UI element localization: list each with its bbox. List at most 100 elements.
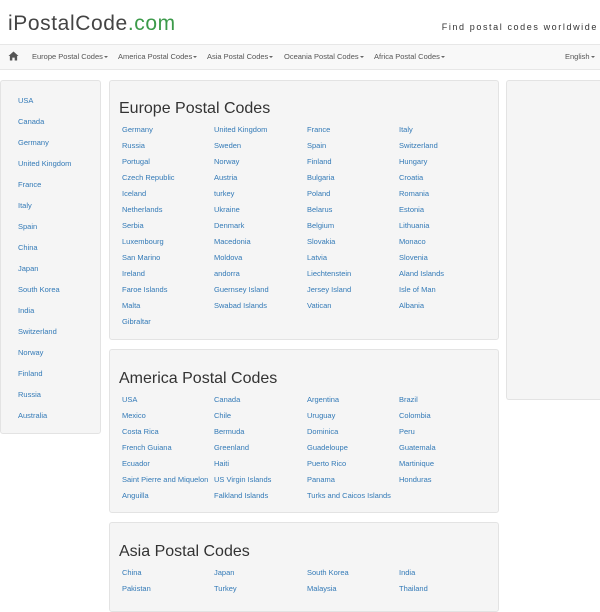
sidebar-item-russia[interactable]: Russia bbox=[18, 390, 41, 400]
nav-africa-dropdown[interactable]: Africa Postal Codes bbox=[374, 45, 445, 69]
language-dropdown[interactable]: English bbox=[565, 45, 595, 69]
country-link-sweden[interactable]: Sweden bbox=[214, 141, 241, 151]
country-link-faroe-islands[interactable]: Faroe Islands bbox=[122, 285, 167, 295]
sidebar-item-germany[interactable]: Germany bbox=[18, 138, 49, 148]
sidebar-item-finland[interactable]: Finland bbox=[18, 369, 43, 379]
nav-oceania-dropdown[interactable]: Oceania Postal Codes bbox=[284, 45, 364, 69]
country-link-czech-republic[interactable]: Czech Republic bbox=[122, 173, 175, 183]
country-link-albania[interactable]: Albania bbox=[399, 301, 424, 311]
country-link-poland[interactable]: Poland bbox=[307, 189, 330, 199]
country-link-peru[interactable]: Peru bbox=[399, 427, 415, 437]
country-link-malaysia[interactable]: Malaysia bbox=[307, 584, 337, 594]
country-link-switzerland[interactable]: Switzerland bbox=[399, 141, 438, 151]
country-link-lithuania[interactable]: Lithuania bbox=[399, 221, 429, 231]
country-link-uruguay[interactable]: Uruguay bbox=[307, 411, 335, 421]
country-link-china[interactable]: China bbox=[122, 568, 142, 578]
country-link-guatemala[interactable]: Guatemala bbox=[399, 443, 436, 453]
sidebar-item-china[interactable]: China bbox=[18, 243, 38, 253]
country-link-bermuda[interactable]: Bermuda bbox=[214, 427, 244, 437]
country-link-india[interactable]: India bbox=[399, 568, 415, 578]
country-link-iceland[interactable]: Iceland bbox=[122, 189, 146, 199]
country-link-moldova[interactable]: Moldova bbox=[214, 253, 242, 263]
country-link-turkey[interactable]: Turkey bbox=[214, 584, 237, 594]
sidebar-item-spain[interactable]: Spain bbox=[18, 222, 37, 232]
country-link-thailand[interactable]: Thailand bbox=[399, 584, 428, 594]
country-link-turks-and-caicos-islands[interactable]: Turks and Caicos Islands bbox=[307, 491, 391, 501]
country-link-swabad-islands[interactable]: Swabad Islands bbox=[214, 301, 267, 311]
country-link-guernsey-island[interactable]: Guernsey Island bbox=[214, 285, 269, 295]
nav-asia-dropdown[interactable]: Asia Postal Codes bbox=[207, 45, 274, 69]
country-link-dominica[interactable]: Dominica bbox=[307, 427, 338, 437]
country-link-brazil[interactable]: Brazil bbox=[399, 395, 418, 405]
country-link-anguilla[interactable]: Anguilla bbox=[122, 491, 149, 501]
sidebar-item-canada[interactable]: Canada bbox=[18, 117, 44, 127]
country-link-saint-pierre-and-miquelon[interactable]: Saint Pierre and Miquelon bbox=[122, 475, 208, 485]
site-logo[interactable]: iPostalCode.com bbox=[8, 11, 176, 37]
country-link-south-korea[interactable]: South Korea bbox=[307, 568, 349, 578]
country-link-monaco[interactable]: Monaco bbox=[399, 237, 426, 247]
country-link-san-marino[interactable]: San Marino bbox=[122, 253, 160, 263]
country-link-guadeloupe[interactable]: Guadeloupe bbox=[307, 443, 348, 453]
country-link-canada[interactable]: Canada bbox=[214, 395, 240, 405]
country-link-portugal[interactable]: Portugal bbox=[122, 157, 150, 167]
country-link-argentina[interactable]: Argentina bbox=[307, 395, 339, 405]
country-link-belarus[interactable]: Belarus bbox=[307, 205, 332, 215]
country-link-french-guiana[interactable]: French Guiana bbox=[122, 443, 172, 453]
country-link-france[interactable]: France bbox=[307, 125, 330, 135]
country-link-pakistan[interactable]: Pakistan bbox=[122, 584, 151, 594]
country-link-ireland[interactable]: Ireland bbox=[122, 269, 145, 279]
nav-america-dropdown[interactable]: America Postal Codes bbox=[118, 45, 198, 69]
country-link-belgium[interactable]: Belgium bbox=[307, 221, 334, 231]
country-link-turkey[interactable]: turkey bbox=[214, 189, 234, 199]
country-link-denmark[interactable]: Denmark bbox=[214, 221, 244, 231]
country-link-russia[interactable]: Russia bbox=[122, 141, 145, 151]
country-link-luxembourg[interactable]: Luxembourg bbox=[122, 237, 164, 247]
country-link-colombia[interactable]: Colombia bbox=[399, 411, 431, 421]
country-link-latvia[interactable]: Latvia bbox=[307, 253, 327, 263]
sidebar-item-france[interactable]: France bbox=[18, 180, 41, 190]
country-link-norway[interactable]: Norway bbox=[214, 157, 239, 167]
sidebar-item-japan[interactable]: Japan bbox=[18, 264, 38, 274]
sidebar-item-switzerland[interactable]: Switzerland bbox=[18, 327, 57, 337]
country-link-chile[interactable]: Chile bbox=[214, 411, 231, 421]
sidebar-item-india[interactable]: India bbox=[18, 306, 34, 316]
country-link-us-virgin-islands[interactable]: US Virgin Islands bbox=[214, 475, 271, 485]
country-link-andorra[interactable]: andorra bbox=[214, 269, 240, 279]
country-link-honduras[interactable]: Honduras bbox=[399, 475, 432, 485]
country-link-spain[interactable]: Spain bbox=[307, 141, 326, 151]
country-link-slovakia[interactable]: Slovakia bbox=[307, 237, 335, 247]
country-link-finland[interactable]: Finland bbox=[307, 157, 332, 167]
country-link-macedonia[interactable]: Macedonia bbox=[214, 237, 251, 247]
country-link-costa-rica[interactable]: Costa Rica bbox=[122, 427, 159, 437]
country-link-italy[interactable]: Italy bbox=[399, 125, 413, 135]
country-link-gibraltar[interactable]: Gibraltar bbox=[122, 317, 151, 327]
country-link-falkland-islands[interactable]: Falkland Islands bbox=[214, 491, 268, 501]
country-link-netherlands[interactable]: Netherlands bbox=[122, 205, 162, 215]
country-link-hungary[interactable]: Hungary bbox=[399, 157, 427, 167]
country-link-ecuador[interactable]: Ecuador bbox=[122, 459, 150, 469]
sidebar-item-south-korea[interactable]: South Korea bbox=[18, 285, 60, 295]
country-link-japan[interactable]: Japan bbox=[214, 568, 234, 578]
country-link-united-kingdom[interactable]: United Kingdom bbox=[214, 125, 267, 135]
nav-europe-dropdown[interactable]: Europe Postal Codes bbox=[32, 45, 108, 69]
country-link-estonia[interactable]: Estonia bbox=[399, 205, 424, 215]
sidebar-item-australia[interactable]: Australia bbox=[18, 411, 47, 421]
country-link-haiti[interactable]: Haiti bbox=[214, 459, 229, 469]
country-link-liechtenstein[interactable]: Liechtenstein bbox=[307, 269, 351, 279]
sidebar-item-united-kingdom[interactable]: United Kingdom bbox=[18, 159, 71, 169]
country-link-aland-islands[interactable]: Aland Islands bbox=[399, 269, 444, 279]
country-link-germany[interactable]: Germany bbox=[122, 125, 153, 135]
country-link-romania[interactable]: Romania bbox=[399, 189, 429, 199]
country-link-jersey-island[interactable]: Jersey Island bbox=[307, 285, 351, 295]
sidebar-item-norway[interactable]: Norway bbox=[18, 348, 43, 358]
country-link-serbia[interactable]: Serbia bbox=[122, 221, 144, 231]
country-link-martinique[interactable]: Martinique bbox=[399, 459, 434, 469]
country-link-usa[interactable]: USA bbox=[122, 395, 137, 405]
country-link-vatican[interactable]: Vatican bbox=[307, 301, 331, 311]
sidebar-item-usa[interactable]: USA bbox=[18, 96, 33, 106]
country-link-croatia[interactable]: Croatia bbox=[399, 173, 423, 183]
country-link-malta[interactable]: Malta bbox=[122, 301, 140, 311]
sidebar-item-italy[interactable]: Italy bbox=[18, 201, 32, 211]
country-link-ukraine[interactable]: Ukraine bbox=[214, 205, 240, 215]
country-link-isle-of-man[interactable]: Isle of Man bbox=[399, 285, 436, 295]
